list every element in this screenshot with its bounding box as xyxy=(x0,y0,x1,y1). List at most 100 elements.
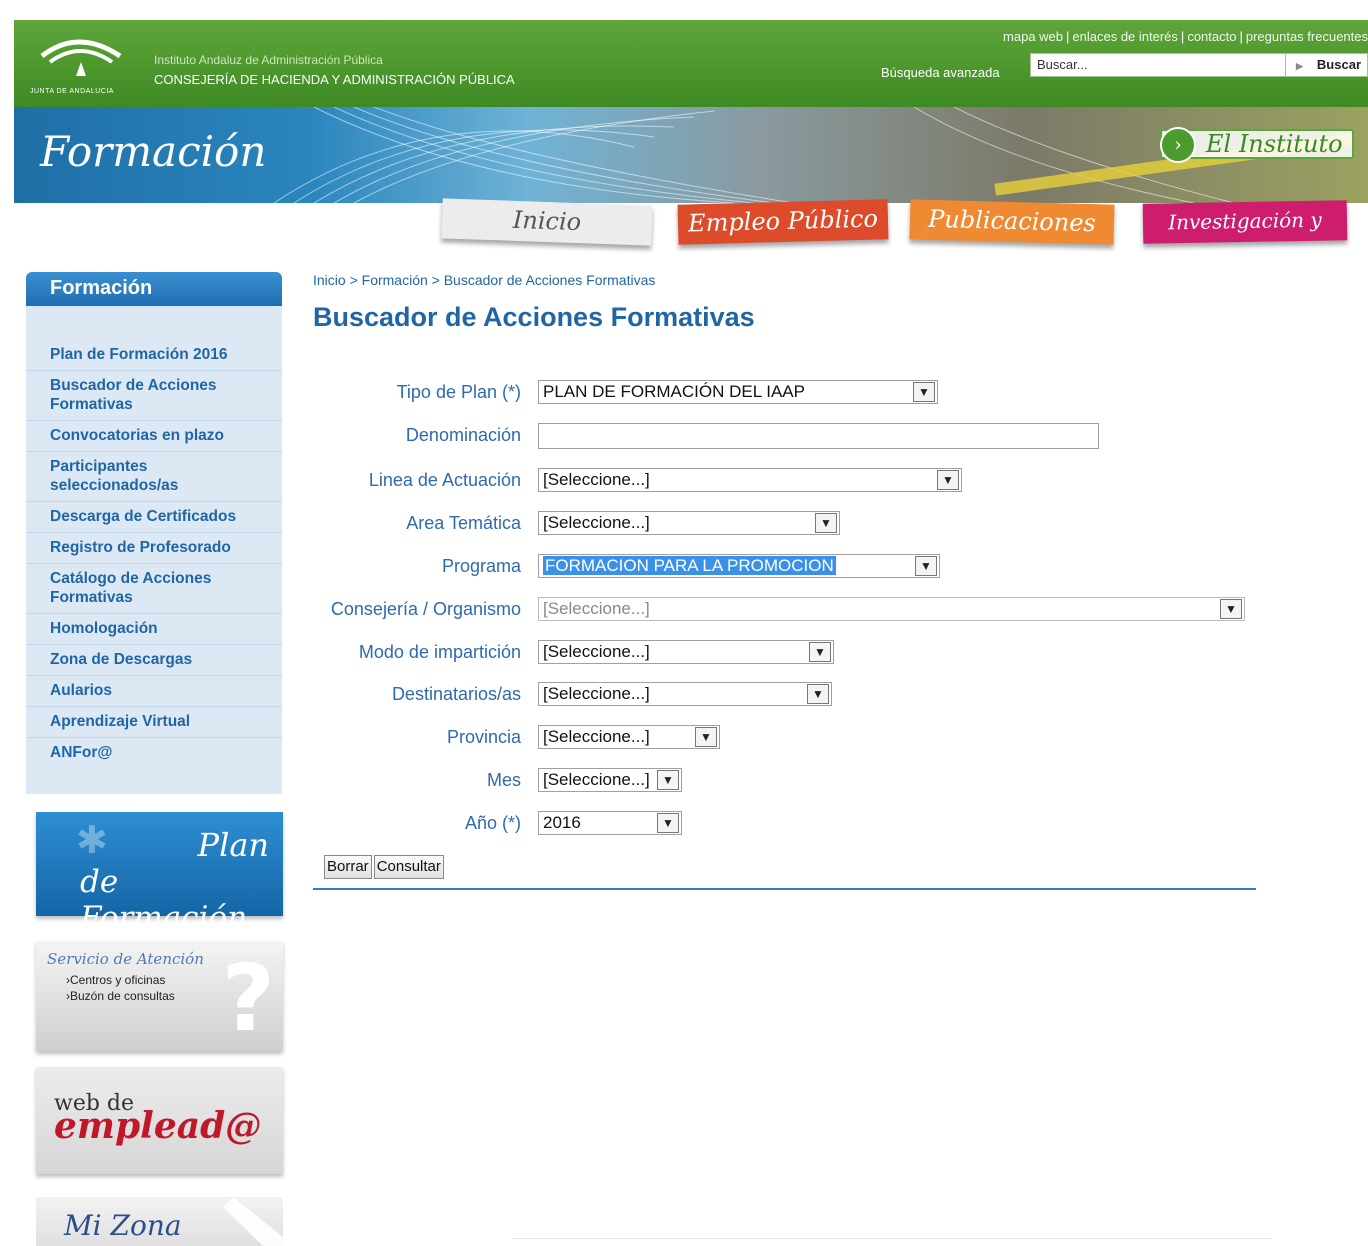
chevron-down-icon: ▼ xyxy=(695,727,717,747)
play-arrow-icon: ▶ xyxy=(1296,61,1303,71)
junta-logo-arch-icon xyxy=(40,39,122,76)
formacion-banner: Formación › El Instituto xyxy=(14,107,1368,203)
mi-zona-banner[interactable]: Mi Zona xyxy=(36,1197,283,1246)
modo-value: [Seleccione...] xyxy=(543,642,650,661)
area-value: [Seleccione...] xyxy=(543,513,650,532)
centros-link[interactable]: ›Centros y oficinas xyxy=(66,973,165,987)
mes-select[interactable]: [Seleccione...] ▼ xyxy=(538,768,682,792)
centros-link-label: Centros y oficinas xyxy=(70,973,166,987)
top-links: mapa web | enlaces de interés | contacto | pre… xyxy=(1003,29,1368,44)
junta-andalucia-logo[interactable]: JUNTA DE ANDALUCIA xyxy=(28,26,138,100)
tipo-plan-label: Tipo de Plan (*) xyxy=(396,382,521,402)
chevron-down-icon: ▼ xyxy=(915,556,937,576)
consejeria-select[interactable]: [Seleccione...] ▼ xyxy=(538,597,1245,621)
mapa-web-link[interactable]: mapa web xyxy=(1003,29,1063,44)
anio-value: 2016 xyxy=(543,813,581,832)
linea-select[interactable]: [Seleccione...] ▼ xyxy=(538,468,962,492)
denominacion-label: Denominación xyxy=(405,425,521,445)
borrar-button[interactable]: Borrar xyxy=(324,855,372,879)
breadcrumb[interactable]: Inicio > Formación > Buscador de Accione… xyxy=(313,272,655,288)
programa-select[interactable]: FORMACION PARA LA PROMOCION ▼ xyxy=(538,554,940,578)
sidebar-item-plan-formacion[interactable]: Plan de Formación 2016 xyxy=(26,340,282,371)
contacto-link[interactable]: contacto xyxy=(1187,29,1236,44)
mizona-label: Mi Zona xyxy=(64,1209,182,1242)
tab-empleo-publico[interactable]: Empleo Público xyxy=(677,199,889,245)
tab-inicio[interactable]: Inicio xyxy=(441,198,653,246)
area-select[interactable]: [Seleccione...] ▼ xyxy=(538,511,840,535)
page-title: Buscador de Acciones Formativas xyxy=(313,302,755,332)
programa-value: FORMACION PARA LA PROMOCION xyxy=(543,556,836,575)
buzon-link[interactable]: ›Buzón de consultas xyxy=(66,989,175,1003)
form-row-modo: Modo de impartición [Seleccione...] ▼ xyxy=(0,638,1368,668)
empleado-line2: emplead@ xyxy=(54,1105,262,1147)
mes-label: Mes xyxy=(486,770,521,790)
atencion-title: Servicio de Atención xyxy=(47,950,204,968)
search-button-label: Buscar xyxy=(1316,57,1361,72)
chevron-down-icon: ▼ xyxy=(657,770,679,790)
content-divider xyxy=(313,888,1256,890)
web-empleado-banner[interactable]: web de emplead@ xyxy=(36,1067,283,1174)
banner-title: Formación xyxy=(40,127,267,176)
form-row-tipo-plan: Tipo de Plan (*) PLAN DE FORMACIÓN DEL I… xyxy=(0,378,1368,408)
tab-publicaciones[interactable]: Publicaciones xyxy=(909,199,1115,245)
form-buttons: Borrar Consultar xyxy=(324,855,446,879)
form-row-linea: Linea de Actuación [Seleccione...] ▼ xyxy=(0,466,1368,496)
consejeria-value: [Seleccione...] xyxy=(543,599,650,618)
footer-line xyxy=(512,1238,1272,1239)
destinatarios-label: Destinatarios/as xyxy=(391,684,521,704)
search-input[interactable]: Buscar... xyxy=(1030,53,1286,77)
chevron-down-icon: ▼ xyxy=(1220,599,1242,619)
search-button[interactable]: ▶ Buscar xyxy=(1286,53,1368,77)
consejeria-name: CONSEJERÍA DE HACIENDA Y ADMINISTRACIÓN … xyxy=(154,72,515,87)
link-separator: | xyxy=(1180,29,1185,44)
consultar-button[interactable]: Consultar xyxy=(373,855,444,879)
advanced-search-link[interactable]: Búsqueda avanzada xyxy=(881,65,1000,80)
consejeria-label: Consejería / Organismo xyxy=(330,599,521,619)
top-header-bar: JUNTA DE ANDALUCIA Instituto Andaluz de … xyxy=(14,20,1368,107)
modo-label: Modo de impartición xyxy=(358,642,521,662)
form-row-mes: Mes [Seleccione...] ▼ xyxy=(0,766,1368,796)
provincia-value: [Seleccione...] xyxy=(543,727,650,746)
tab-investigacion[interactable]: Investigación y estudios xyxy=(1142,200,1348,272)
enlaces-link[interactable]: enlaces de interés xyxy=(1072,29,1178,44)
chevron-down-icon: ▼ xyxy=(809,642,831,662)
provincia-select[interactable]: [Seleccione...] ▼ xyxy=(538,725,720,749)
form-row-provincia: Provincia [Seleccione...] ▼ xyxy=(0,723,1368,753)
chevron-down-icon: ▼ xyxy=(815,513,837,533)
tipo-plan-value: PLAN DE FORMACIÓN DEL IAAP xyxy=(543,382,805,401)
form-row-area: Area Temática [Seleccione...] ▼ xyxy=(0,509,1368,539)
anio-label: Año (*) xyxy=(464,813,521,833)
anio-select[interactable]: 2016 ▼ xyxy=(538,811,682,835)
el-instituto-label: El Instituto xyxy=(1206,130,1343,158)
provincia-label: Provincia xyxy=(446,727,521,747)
destinatarios-value: [Seleccione...] xyxy=(543,684,650,703)
link-separator: | xyxy=(1239,29,1243,44)
plan-banner-line2: de Formación xyxy=(80,864,248,936)
chevron-down-icon: ▼ xyxy=(937,470,959,490)
arrow-decoration-icon xyxy=(223,1197,283,1246)
logo-caption: JUNTA DE ANDALUCIA xyxy=(30,88,114,95)
area-label: Area Temática xyxy=(406,513,521,533)
linea-value: [Seleccione...] xyxy=(543,470,650,489)
chevron-down-icon: ▼ xyxy=(913,382,935,402)
destinatarios-select[interactable]: [Seleccione...] ▼ xyxy=(538,682,832,706)
form-row-consejeria: Consejería / Organismo [Seleccione...] ▼ xyxy=(0,595,1368,625)
tipo-plan-select[interactable]: PLAN DE FORMACIÓN DEL IAAP ▼ xyxy=(538,380,938,404)
programa-label: Programa xyxy=(441,556,521,576)
form-row-anio: Año (*) 2016 ▼ xyxy=(0,809,1368,839)
chevron-right-icon: › xyxy=(1160,127,1196,163)
link-separator: | xyxy=(1066,29,1070,44)
question-mark-icon: ? xyxy=(221,945,275,1052)
form-row-programa: Programa FORMACION PARA LA PROMOCION ▼ xyxy=(0,552,1368,582)
denominacion-input[interactable] xyxy=(538,423,1099,449)
chevron-down-icon: ▼ xyxy=(657,813,679,833)
mes-value: [Seleccione...] xyxy=(543,770,650,789)
form-row-denominacion: Denominación xyxy=(0,421,1368,451)
el-instituto-button[interactable]: › El Instituto xyxy=(1160,127,1354,163)
servicio-atencion-banner[interactable]: ? Servicio de Atención ›Centros y oficin… xyxy=(36,941,283,1052)
chevron-down-icon: ▼ xyxy=(807,684,829,704)
modo-select[interactable]: [Seleccione...] ▼ xyxy=(538,640,834,664)
preguntas-link[interactable]: preguntas frecuentes xyxy=(1246,29,1368,44)
sidebar-title: Formación xyxy=(26,272,282,306)
buzon-link-label: Buzón de consultas xyxy=(70,989,175,1003)
